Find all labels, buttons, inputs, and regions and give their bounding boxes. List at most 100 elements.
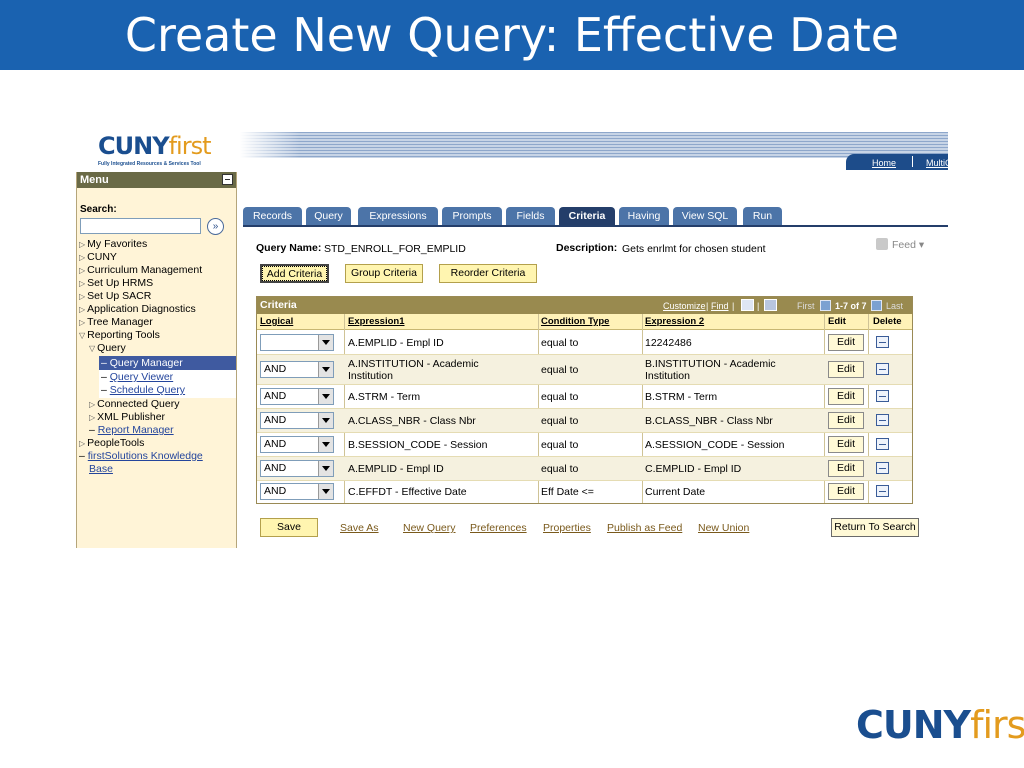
previous-arrow-icon[interactable] — [820, 300, 831, 311]
menu-collapse-icon[interactable] — [222, 174, 233, 185]
menu-item-firstsolutions[interactable]: – firstSolutions Knowledge — [79, 450, 203, 462]
menu-item-my-favorites[interactable]: ▷ My Favorites — [79, 238, 147, 250]
menu-item-application-diagnostics[interactable]: ▷ Application Diagnostics — [79, 303, 196, 315]
logical-select[interactable]: AND — [260, 436, 334, 453]
find-link[interactable]: Find — [711, 301, 729, 311]
expression1-cell: B.SESSION_CODE - Session — [348, 439, 488, 451]
menu-item-curriculum-management[interactable]: ▷ Curriculum Management — [79, 264, 202, 276]
tab-criteria[interactable]: Criteria — [559, 207, 615, 225]
tab-prompts[interactable]: Prompts — [442, 207, 502, 225]
delete-row-icon[interactable] — [876, 438, 889, 450]
download-spreadsheet-icon[interactable] — [764, 299, 777, 311]
menu-item-schedule-query[interactable]: – Schedule Query — [101, 384, 185, 396]
save-as-link[interactable]: Save As — [340, 522, 379, 534]
menu-item-connected-query[interactable]: ▷ Connected Query — [89, 398, 179, 410]
view-all-icon[interactable] — [741, 299, 754, 311]
add-criteria-button[interactable]: Add Criteria — [260, 264, 329, 283]
col-expression2[interactable]: Expression 2 — [645, 316, 704, 327]
logical-select[interactable]: AND — [260, 361, 334, 378]
left-menu: Menu Search: » ▷ My Favorites ▷ CUNY ▷ Curr… — [76, 172, 237, 548]
preferences-link[interactable]: Preferences — [470, 522, 527, 534]
col-logical[interactable]: Logical — [260, 316, 293, 327]
logical-select[interactable]: AND — [260, 460, 334, 477]
logo-tagline: Fully Integrated Resources & Services To… — [98, 161, 201, 167]
reorder-criteria-button[interactable]: Reorder Criteria — [439, 264, 537, 283]
first-label[interactable]: First — [797, 301, 815, 311]
menu-item-query[interactable]: ▽ Query — [89, 342, 126, 354]
col-condition-type[interactable]: Condition Type — [541, 316, 609, 327]
dropdown-arrow-icon — [318, 389, 333, 404]
tab-fields[interactable]: Fields — [506, 207, 555, 225]
delete-row-icon[interactable] — [876, 336, 889, 348]
menu-item-peopletools[interactable]: ▷ PeopleTools — [79, 437, 144, 449]
edit-button[interactable]: Edit — [828, 361, 864, 378]
logical-select[interactable]: AND — [260, 483, 334, 500]
logical-select[interactable]: AND — [260, 388, 334, 405]
delete-row-icon[interactable] — [876, 363, 889, 375]
menu-item-tree-manager[interactable]: ▷ Tree Manager — [79, 316, 153, 328]
edit-button[interactable]: Edit — [828, 483, 864, 500]
tab-records[interactable]: Records — [243, 207, 302, 225]
criteria-grid: Criteria Customize | Find | | First 1-7 … — [256, 296, 913, 504]
menu-item-set-up-hrms[interactable]: ▷ Set Up HRMS — [79, 277, 153, 289]
menu-item-xml-publisher[interactable]: ▷ XML Publisher — [89, 411, 165, 423]
condition-cell: equal to — [541, 439, 579, 451]
grid-separator: | — [732, 301, 735, 311]
tab-view-sql[interactable]: View SQL — [673, 207, 737, 225]
table-row: A.EMPLID - Empl ID equal to 12242486 Edi… — [257, 331, 912, 355]
new-union-link[interactable]: New Union — [698, 522, 749, 534]
condition-cell: equal to — [541, 415, 579, 427]
group-criteria-button[interactable]: Group Criteria — [345, 264, 423, 283]
customize-link[interactable]: Customize — [663, 301, 706, 311]
table-row: AND C.EFFDT - Effective Date Eff Date <=… — [257, 481, 912, 503]
home-link[interactable]: Home — [872, 158, 896, 168]
menu-item-query-viewer[interactable]: – Query Viewer — [101, 371, 173, 383]
expand-icon: ▷ — [89, 413, 96, 422]
menu-header: Menu — [77, 172, 236, 188]
feed-dropdown[interactable]: Feed ▾ — [876, 238, 924, 251]
expression1-cell: A.EMPLID - Empl ID — [348, 463, 444, 475]
header-banner — [240, 132, 948, 158]
search-go-icon[interactable]: » — [207, 218, 224, 235]
rss-feed-icon — [876, 238, 888, 250]
edit-button[interactable]: Edit — [828, 436, 864, 453]
properties-link[interactable]: Properties — [543, 522, 591, 534]
tab-having[interactable]: Having — [619, 207, 669, 225]
menu-item-cuny[interactable]: ▷ CUNY — [79, 251, 117, 263]
delete-row-icon[interactable] — [876, 462, 889, 474]
col-expression1[interactable]: Expression1 — [348, 316, 405, 327]
last-label[interactable]: Last — [886, 301, 903, 311]
menu-item-reporting-tools[interactable]: ▽ Reporting Tools — [79, 329, 160, 341]
save-button[interactable]: Save — [260, 518, 318, 537]
expand-icon: ▷ — [89, 400, 96, 409]
menu-item-firstsolutions-base[interactable]: Base — [89, 463, 113, 475]
logical-select[interactable] — [260, 334, 334, 351]
multichannel-link[interactable]: MultiC — [926, 158, 952, 168]
table-row: AND A.EMPLID - Empl ID equal to C.EMPLID… — [257, 457, 912, 481]
menu-item-query-manager[interactable]: – Query Manager — [101, 357, 183, 369]
expand-icon: ▷ — [79, 253, 86, 262]
menu-item-set-up-sacr[interactable]: ▷ Set Up SACR — [79, 290, 151, 302]
publish-as-feed-link[interactable]: Publish as Feed — [607, 522, 682, 534]
condition-cell: equal to — [541, 463, 579, 475]
logical-select[interactable]: AND — [260, 412, 334, 429]
slide-title: Create New Query: Effective Date — [124, 8, 900, 62]
tab-run[interactable]: Run — [743, 207, 782, 225]
delete-row-icon[interactable] — [876, 414, 889, 426]
edit-button[interactable]: Edit — [828, 412, 864, 429]
menu-item-report-manager[interactable]: – Report Manager — [89, 424, 174, 436]
tab-query[interactable]: Query — [306, 207, 351, 225]
dropdown-arrow-icon — [318, 335, 333, 350]
edit-button[interactable]: Edit — [828, 334, 864, 351]
edit-button[interactable]: Edit — [828, 388, 864, 405]
return-to-search-button[interactable]: Return To Search — [831, 518, 919, 537]
delete-row-icon[interactable] — [876, 390, 889, 402]
next-arrow-icon[interactable] — [871, 300, 882, 311]
expression2-cell: 12242486 — [645, 337, 692, 349]
new-query-link[interactable]: New Query — [403, 522, 456, 534]
expression2-cell: B.CLASS_NBR - Class Nbr — [645, 415, 773, 427]
menu-search-input[interactable] — [80, 218, 201, 234]
delete-row-icon[interactable] — [876, 485, 889, 497]
tab-expressions[interactable]: Expressions — [358, 207, 438, 225]
edit-button[interactable]: Edit — [828, 460, 864, 477]
